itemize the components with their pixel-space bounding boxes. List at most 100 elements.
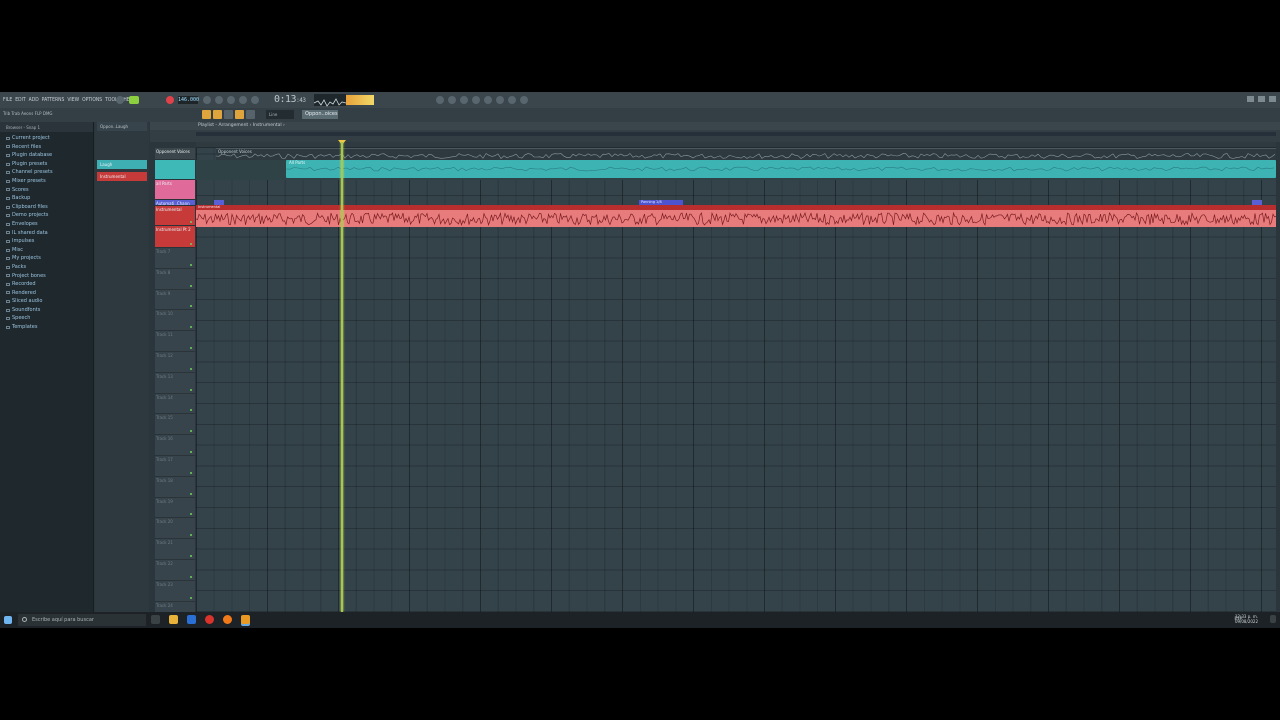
pattern-song-toggle[interactable]	[116, 96, 124, 104]
track-header[interactable]: Track 11	[155, 331, 195, 352]
track-header[interactable]: Track 16	[155, 435, 195, 456]
render-icon[interactable]	[520, 96, 528, 104]
track-header[interactable]: Track 24	[155, 602, 195, 612]
track-enable-led[interactable]	[190, 409, 192, 412]
track-enable-led[interactable]	[190, 388, 192, 391]
tempo-display[interactable]: 146.000	[178, 96, 199, 104]
browser-item[interactable]: Templates	[6, 323, 93, 332]
countdown-icon[interactable]	[227, 96, 235, 104]
browser-item[interactable]: IL shared data	[6, 229, 93, 238]
track-enable-led[interactable]	[190, 346, 192, 349]
picker-item-instrumental[interactable]: Instrumental	[97, 172, 147, 181]
track-enable-led[interactable]	[190, 492, 192, 495]
playlist-overview-scrollbar[interactable]	[196, 132, 1276, 136]
track-header[interactable]: Track 7	[155, 248, 195, 269]
track-header[interactable]: Track 23	[155, 581, 195, 602]
notifications-icon[interactable]	[1270, 615, 1276, 623]
track-enable-led[interactable]	[190, 534, 192, 537]
picker-item-laugh[interactable]: Laugh	[97, 160, 147, 169]
snap-selector[interactable]: Line	[266, 110, 294, 119]
obs-icon[interactable]	[223, 615, 232, 624]
track-enable-led[interactable]	[190, 326, 192, 329]
browser-icon[interactable]	[484, 96, 492, 104]
metronome-icon[interactable]	[203, 96, 211, 104]
song-mode-button[interactable]	[129, 96, 139, 104]
play-icon[interactable]	[142, 96, 150, 104]
browser-item[interactable]: Backup	[6, 194, 93, 203]
track-header[interactable]: Instrumental	[155, 206, 195, 226]
slip-tool-icon[interactable]	[246, 110, 255, 119]
menu-edit[interactable]: EDIT	[15, 97, 25, 103]
browser-item[interactable]: Speech	[6, 314, 93, 323]
track-enable-led[interactable]	[190, 450, 192, 453]
track-header[interactable]: Track 19	[155, 498, 195, 519]
browser-item[interactable]: Plugin database	[6, 151, 93, 160]
pattern-selector[interactable]: Oppon..oices	[302, 110, 338, 119]
track-enable-led[interactable]	[190, 554, 192, 557]
menu-patterns[interactable]: PATTERNS	[42, 97, 65, 103]
track-header[interactable]: Track 18	[155, 477, 195, 498]
browser-item[interactable]: Impulses	[6, 237, 93, 246]
track-header[interactable]: all Parts	[155, 180, 195, 200]
minimize-icon[interactable]	[1247, 96, 1254, 102]
track-header[interactable]: Track 21	[155, 539, 195, 560]
track-header[interactable]: Track 17	[155, 456, 195, 477]
track-header[interactable]: Track 13	[155, 373, 195, 394]
playlist-grid[interactable]: Opponent Voices All Parts Panning 1/8 In…	[196, 148, 1276, 612]
browser-item[interactable]: Packs	[6, 263, 93, 272]
track-enable-led[interactable]	[190, 430, 192, 433]
browser-item[interactable]: Clipboard files	[6, 203, 93, 212]
track-header[interactable]: Track 12	[155, 352, 195, 373]
browser-item[interactable]: Demo projects	[6, 211, 93, 220]
taskbar-search[interactable]: Escribe aquí para buscar	[18, 614, 146, 626]
track-header[interactable]: Opponent Voices	[155, 148, 195, 160]
plugin-picker-icon[interactable]	[496, 96, 504, 104]
track-header[interactable]: Track 15	[155, 414, 195, 436]
piano-roll-icon[interactable]	[472, 96, 480, 104]
track-enable-led[interactable]	[190, 221, 192, 223]
clip-all-parts[interactable]: All Parts	[286, 160, 1276, 178]
task-view-icon[interactable]	[151, 615, 160, 624]
channel-rack-icon[interactable]	[460, 96, 468, 104]
track-header[interactable]: Track 9	[155, 290, 195, 311]
file-explorer-icon[interactable]	[169, 615, 178, 624]
chrome-icon[interactable]	[205, 615, 214, 624]
taskbar-clock[interactable]: 12:33 p. m. 09/08/2022	[1235, 614, 1258, 624]
browser-item[interactable]: Envelopes	[6, 220, 93, 229]
menu-view[interactable]: VIEW	[67, 97, 79, 103]
browser-item[interactable]: Recorded	[6, 280, 93, 289]
browser-header[interactable]: Browser - Snap 1	[0, 122, 93, 132]
browser-item[interactable]: Current project	[6, 134, 93, 143]
maximize-icon[interactable]	[1258, 96, 1265, 102]
track-header[interactable]: Track 20	[155, 518, 195, 540]
track-header[interactable]: Track 10	[155, 310, 195, 332]
record-icon[interactable]	[166, 96, 174, 104]
browser-item[interactable]: Sliced audio	[6, 297, 93, 306]
track-enable-led[interactable]	[190, 243, 192, 245]
browser-item[interactable]: Recent files	[6, 143, 93, 152]
track-enable-led[interactable]	[190, 471, 192, 474]
menu-file[interactable]: FILE	[3, 97, 12, 103]
track-enable-led[interactable]	[190, 263, 192, 266]
wait-input-icon[interactable]	[215, 96, 223, 104]
track-header[interactable]: Track 8	[155, 269, 195, 290]
browser-item[interactable]: Rendered	[6, 289, 93, 298]
track-enable-led[interactable]	[190, 575, 192, 578]
browser-item[interactable]: Misc	[6, 246, 93, 255]
menu-add[interactable]: ADD	[29, 97, 39, 103]
clip-instrumental[interactable]: Instrumental	[196, 205, 1276, 227]
track-header[interactable]	[155, 160, 195, 180]
mixer-icon[interactable]	[448, 96, 456, 104]
track-header[interactable]: Track 14	[155, 394, 195, 415]
track-enable-led[interactable]	[190, 305, 192, 308]
loop-record-icon[interactable]	[251, 96, 259, 104]
draw-tool-icon[interactable]	[202, 110, 211, 119]
track-enable-led[interactable]	[190, 284, 192, 287]
clip-opponent-voices[interactable]: Opponent Voices	[216, 148, 1276, 160]
menu-options[interactable]: OPTIONS	[82, 97, 102, 103]
track-enable-led[interactable]	[190, 513, 192, 516]
mute-tool-icon[interactable]	[235, 110, 244, 119]
tempo-tapper-icon[interactable]	[508, 96, 516, 104]
delete-tool-icon[interactable]	[224, 110, 233, 119]
close-icon[interactable]	[1269, 96, 1276, 102]
